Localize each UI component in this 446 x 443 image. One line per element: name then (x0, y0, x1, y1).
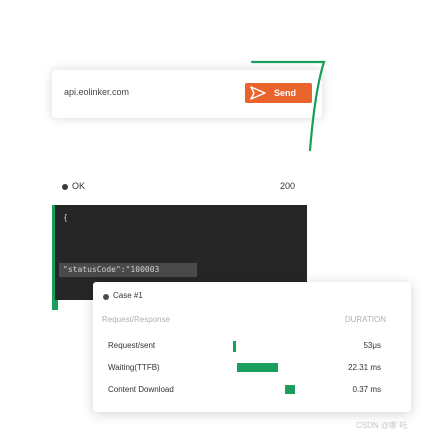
row-bar (237, 363, 278, 372)
row-bar (233, 341, 236, 352)
green-arrow-icon (250, 60, 326, 152)
timing-row: Waiting(TTFB) 22.31 ms (93, 361, 411, 381)
row-label: Content Download (108, 385, 174, 394)
row-bar (285, 385, 295, 394)
status-code-field: "statusCode":"100003 (59, 263, 197, 277)
status-code: 200 (280, 181, 296, 191)
row-label: Waiting(TTFB) (108, 363, 160, 372)
timing-card: Case #1 Request/Response DURATION Reques… (93, 282, 411, 412)
timing-row: Content Download 0.37 ms (93, 383, 411, 403)
row-value: 0.37 ms (352, 385, 381, 394)
row-value: 22.31 ms (348, 363, 381, 372)
url-text[interactable]: api.eolinker.com (64, 87, 129, 97)
json-brace: { (63, 213, 68, 222)
duration-header: DURATION (344, 315, 386, 324)
row-label: Request/sent (108, 341, 156, 350)
case-dot (103, 294, 109, 300)
status-dot (62, 184, 68, 190)
response-status-bar: OK 200 (52, 178, 322, 196)
case-label[interactable]: Case #1 (113, 291, 143, 300)
watermark: CSDN @哪 吒 (356, 421, 408, 430)
status-text: OK (72, 181, 86, 191)
request-response-header: Request/Response (102, 315, 171, 324)
timing-row: Request/sent 53μs (93, 339, 411, 359)
row-value: 53μs (363, 341, 381, 350)
